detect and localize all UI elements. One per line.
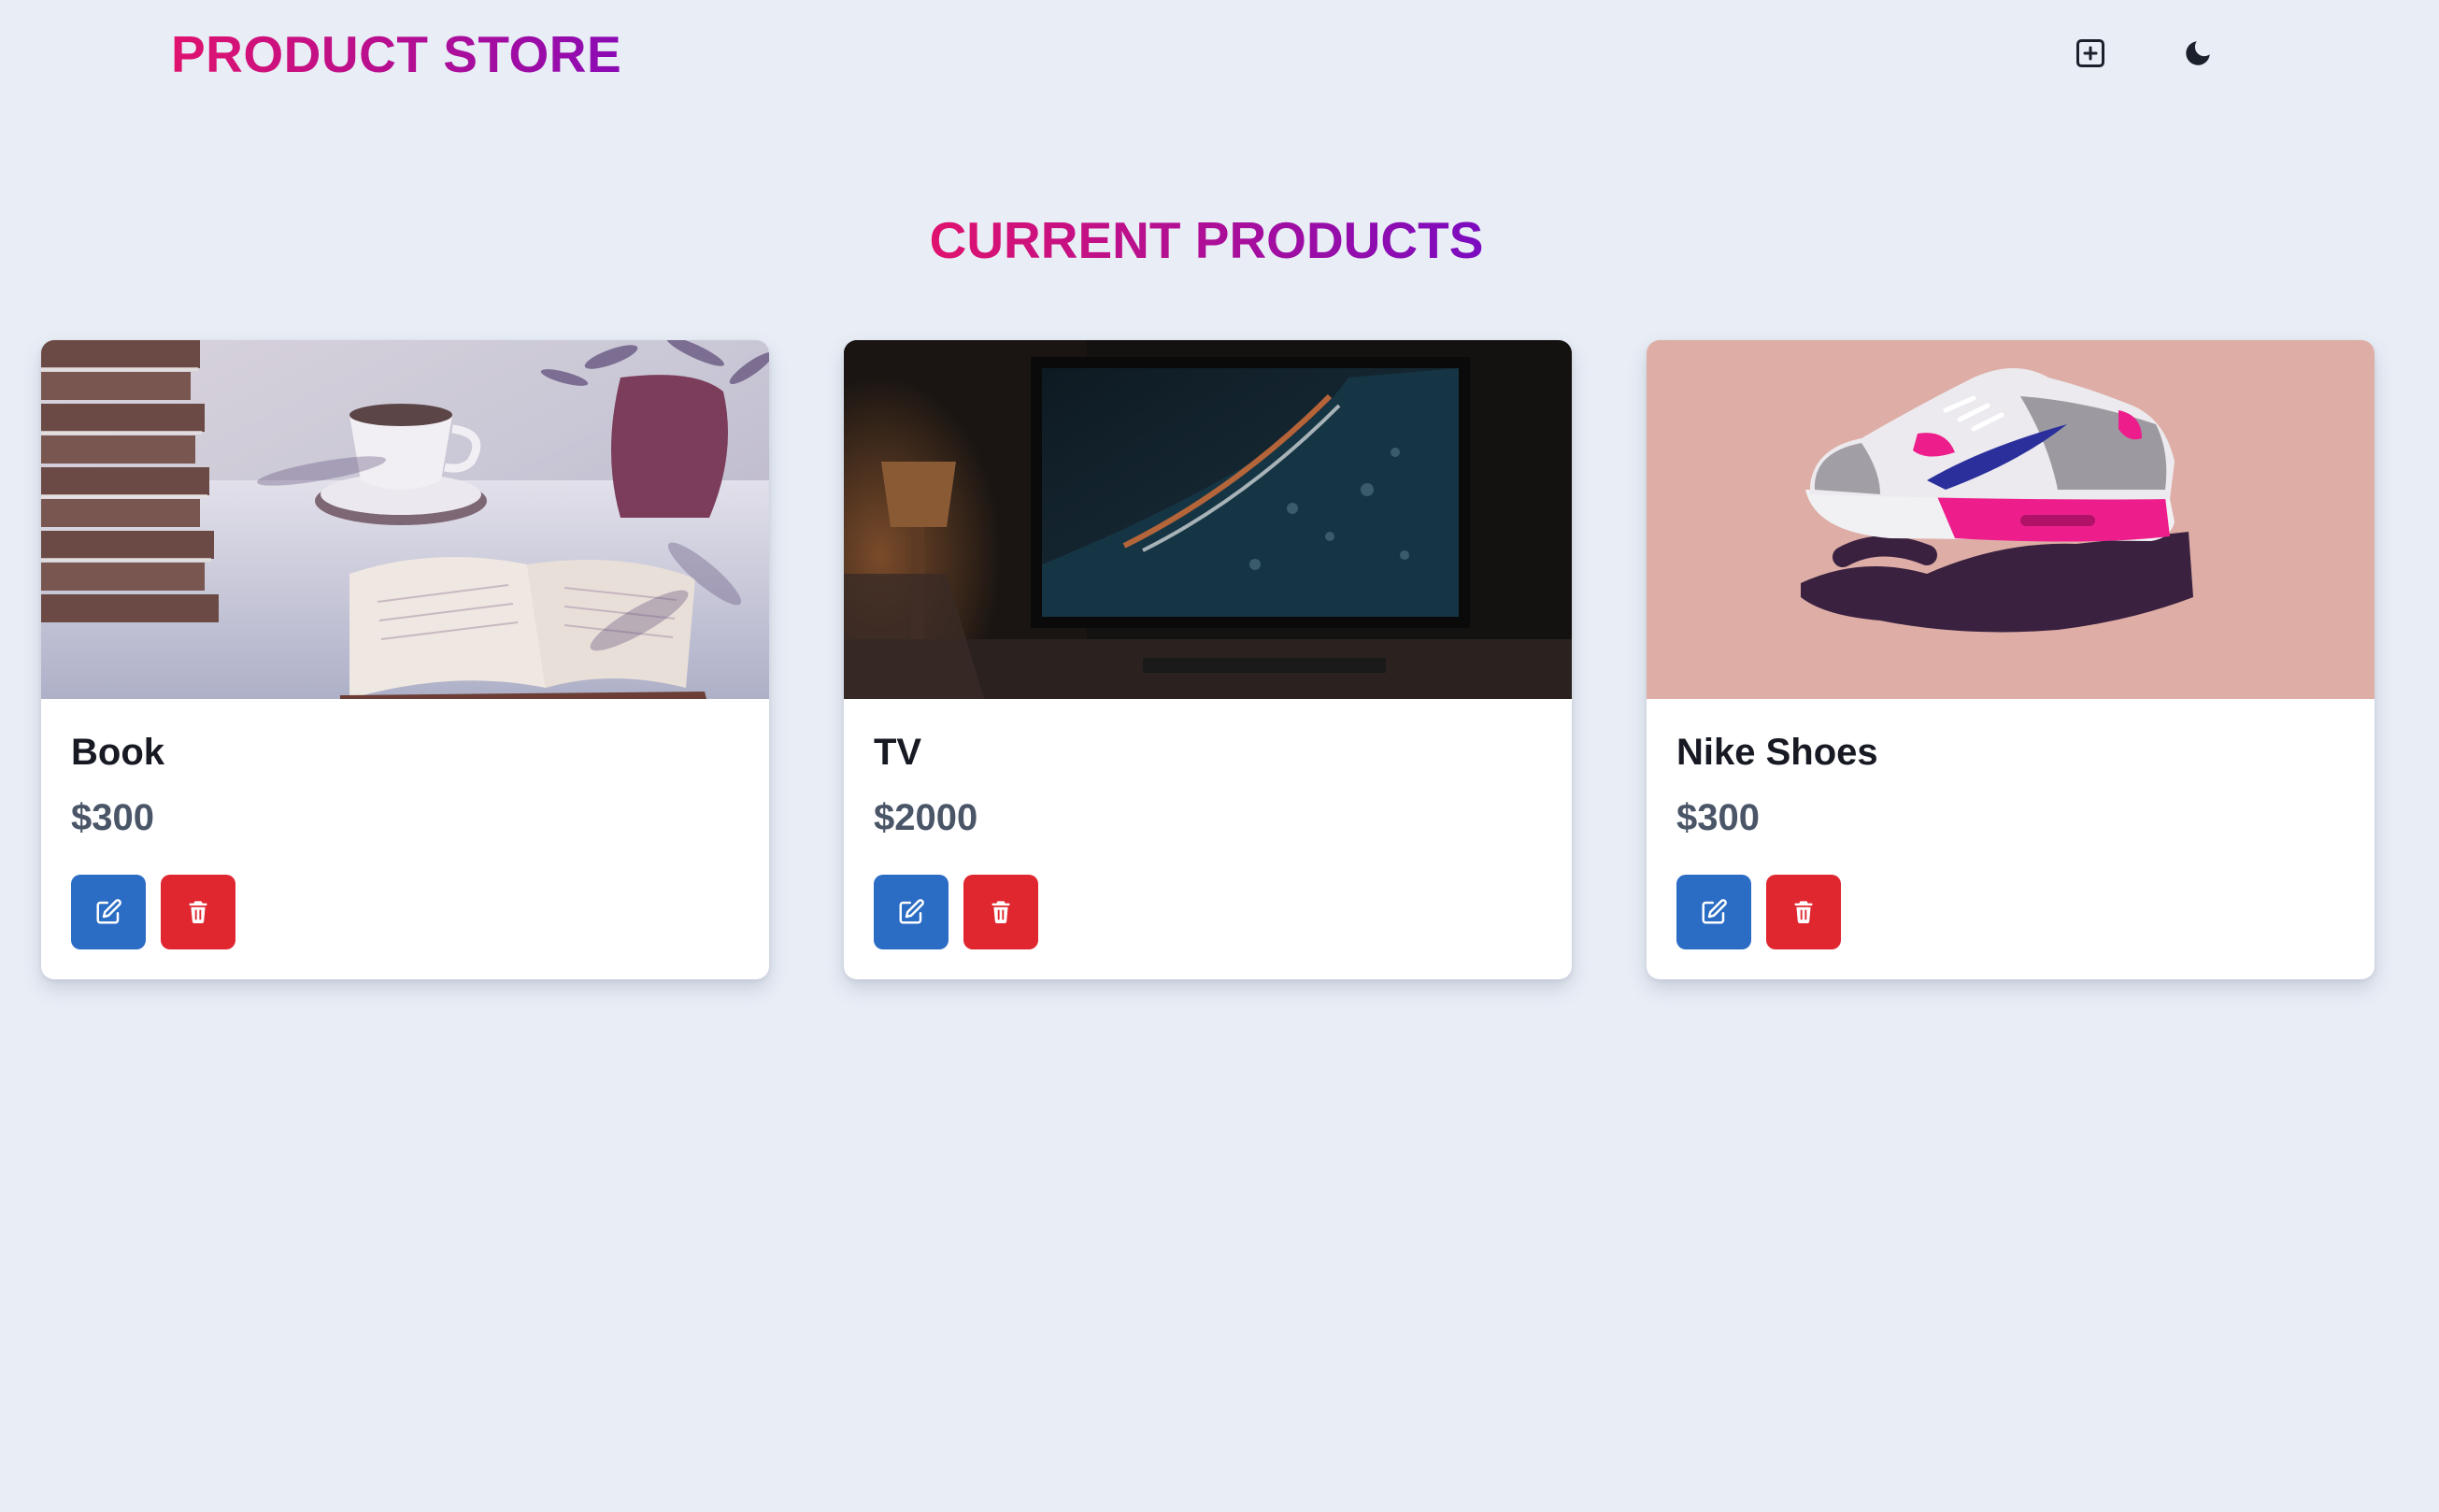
product-card: TV $2000: [844, 340, 1572, 979]
edit-icon: [899, 899, 924, 924]
delete-product-button[interactable]: [1766, 875, 1841, 949]
add-product-button[interactable]: [2060, 22, 2121, 84]
product-name: Book: [71, 732, 164, 773]
section-title: CURRENT PRODUCTS: [0, 210, 2413, 270]
edit-product-button[interactable]: [874, 875, 948, 949]
edit-product-button[interactable]: [1676, 875, 1751, 949]
trash-icon: [991, 901, 1010, 924]
moon-icon: [2186, 41, 2210, 65]
product-name: TV: [874, 732, 922, 773]
navbar: PRODUCT STORE: [0, 0, 2439, 107]
plus-square-icon: [2076, 39, 2104, 67]
section-title-text: CURRENT PRODUCTS: [929, 211, 1484, 269]
brand-title[interactable]: PRODUCT STORE: [171, 24, 621, 84]
product-image: [1647, 340, 2375, 699]
delete-product-button[interactable]: [161, 875, 235, 949]
delete-product-button[interactable]: [963, 875, 1038, 949]
product-image: [844, 340, 1572, 699]
product-price: $300: [1676, 797, 1760, 838]
trash-icon: [189, 901, 207, 924]
edit-product-button[interactable]: [71, 875, 146, 949]
product-price: $2000: [874, 797, 978, 838]
product-price: $300: [71, 797, 154, 838]
product-card: Book $300: [41, 340, 769, 979]
product-name: Nike Shoes: [1676, 732, 1878, 773]
trash-icon: [1794, 901, 1813, 924]
product-image: [41, 340, 769, 699]
edit-icon: [1702, 899, 1727, 924]
product-card: Nike Shoes $300: [1647, 340, 2375, 979]
page: PRODUCT STORE CURRENT PRODUCTS Book $300…: [0, 0, 2439, 1512]
theme-toggle-button[interactable]: [2167, 22, 2229, 84]
edit-icon: [96, 899, 121, 924]
